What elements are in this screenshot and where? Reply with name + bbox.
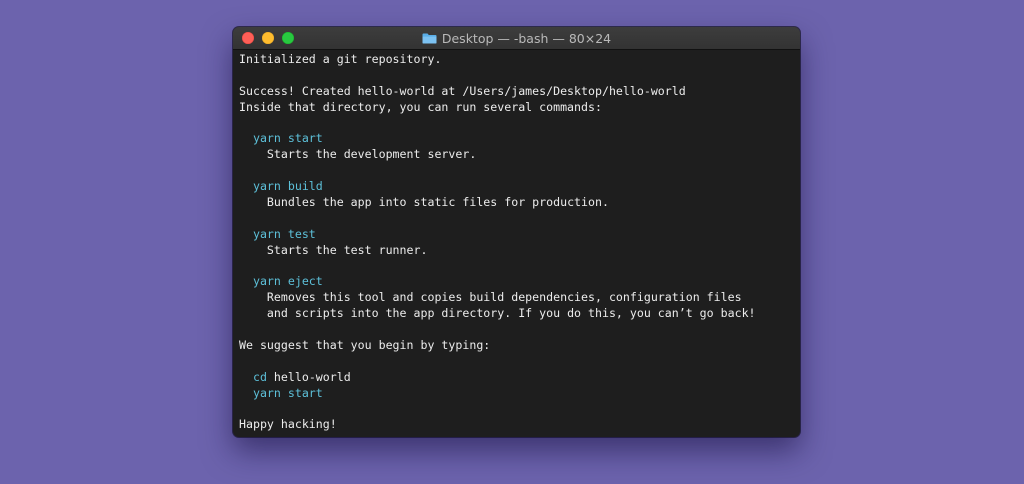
terminal-line: Starts the development server. <box>239 147 794 163</box>
output-text: hello-world <box>266 369 351 384</box>
terminal-line: yarn start <box>239 131 794 147</box>
terminal-line: cd hello-world <box>239 370 794 386</box>
terminal-line: Success! Created hello-world at /Users/j… <box>239 84 794 100</box>
terminal-line: Starts the test runner. <box>239 243 794 259</box>
window-title-group: Desktop — -bash — 80×24 <box>233 27 800 49</box>
output-text: Starts the development server. <box>266 147 477 162</box>
output-text: Happy hacking! <box>239 417 337 432</box>
terminal-line: Removes this tool and copies build depen… <box>239 290 794 306</box>
output-text: Bundles the app into static files for pr… <box>266 195 609 210</box>
terminal-output[interactable]: Initialized a git repository. Success! Cr… <box>239 50 794 437</box>
window-title: Desktop — -bash — 80×24 <box>441 30 612 46</box>
terminal-line: yarn start <box>239 386 794 402</box>
output-text: Success! Created hello-world at /Users/j… <box>239 83 686 98</box>
command-text: yarn build <box>252 179 323 194</box>
terminal-line: yarn eject <box>239 274 794 290</box>
terminal-line: We suggest that you begin by typing: <box>239 338 794 354</box>
output-text: We suggest that you begin by typing: <box>239 338 491 353</box>
terminal-line: Inside that directory, you can run sever… <box>239 100 794 116</box>
terminal-line: Initialized a git repository. <box>239 52 794 68</box>
command-text: yarn start <box>252 385 323 400</box>
terminal-line: yarn build <box>239 179 794 195</box>
terminal-window: Desktop — -bash — 80×24 Initialized a gi… <box>233 27 800 437</box>
output-text: Removes this tool and copies build depen… <box>266 290 742 305</box>
command-text: yarn test <box>252 226 316 241</box>
terminal-line: and scripts into the app directory. If y… <box>239 306 794 322</box>
terminal-line: Happy hacking! <box>239 417 794 433</box>
terminal-line: yarn test <box>239 227 794 243</box>
title-bar[interactable]: Desktop — -bash — 80×24 <box>233 27 800 50</box>
command-text: yarn start <box>252 131 323 146</box>
command-text: cd <box>252 369 267 384</box>
output-text: and scripts into the app directory. If y… <box>266 306 756 321</box>
output-text: Starts the test runner. <box>266 242 428 257</box>
command-text: yarn eject <box>252 274 323 289</box>
output-text: Initialized a git repository. <box>239 52 442 66</box>
output-text: Inside that directory, you can run sever… <box>239 99 602 114</box>
folder-icon <box>422 33 437 43</box>
terminal-line: Bundles the app into static files for pr… <box>239 195 794 211</box>
